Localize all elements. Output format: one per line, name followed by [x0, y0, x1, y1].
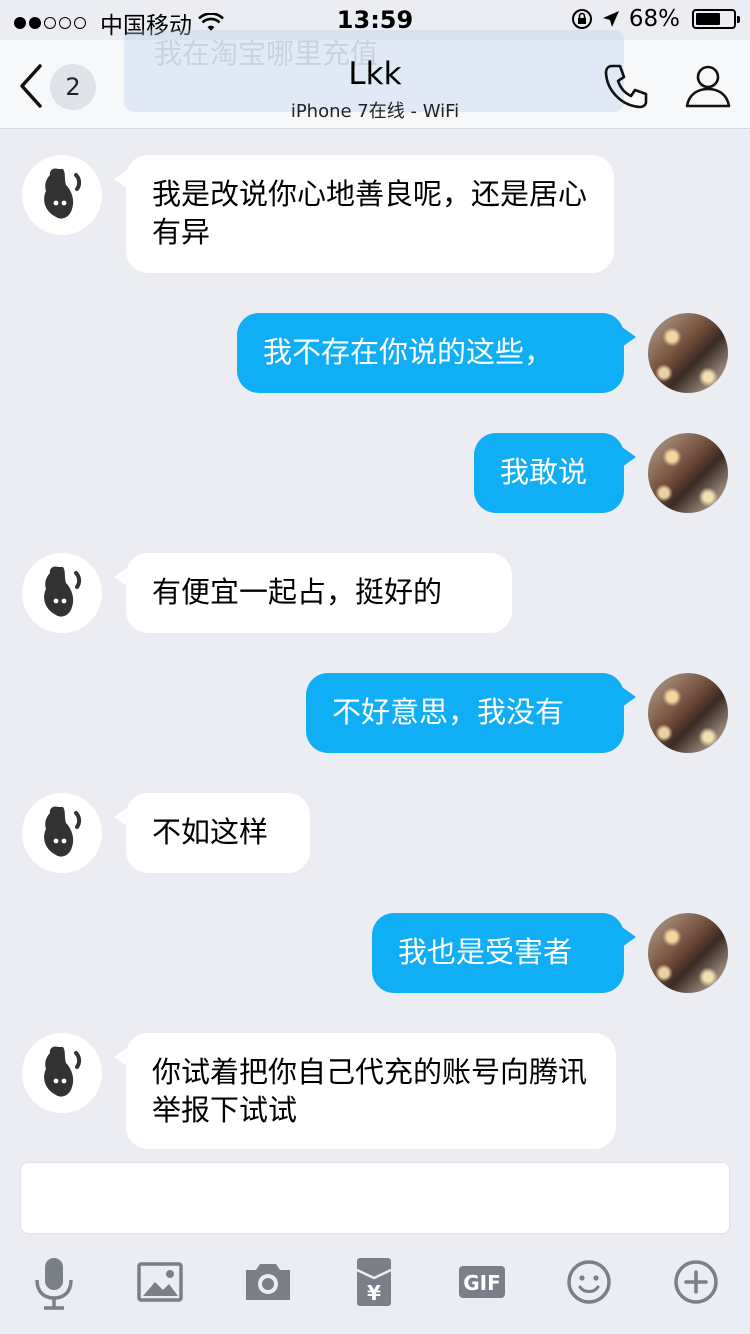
user-avatar[interactable] — [648, 913, 728, 993]
user-avatar[interactable] — [648, 673, 728, 753]
contact-avatar[interactable] — [22, 553, 102, 633]
orientation-lock-icon — [571, 9, 592, 29]
camera-button[interactable] — [236, 1250, 300, 1314]
emoji-button[interactable] — [557, 1250, 621, 1314]
message-input[interactable] — [20, 1162, 730, 1234]
location-arrow-icon — [602, 11, 619, 27]
contact-avatar[interactable] — [22, 155, 102, 235]
contact-profile-button[interactable] — [682, 60, 734, 112]
plus-icon — [674, 1260, 718, 1304]
contact-avatar[interactable] — [22, 1033, 102, 1113]
message-bubble[interactable]: 我不存在你说的这些， — [237, 313, 636, 393]
message-bubble[interactable]: 我是改说你心地善良呢，还是居心有异 — [114, 155, 614, 273]
svg-text:¥: ¥ — [367, 1281, 381, 1305]
cat-avatar-icon — [44, 1046, 82, 1097]
cat-avatar-icon — [44, 168, 82, 219]
input-toolbar: ¥ GIF — [0, 1250, 750, 1320]
message-bubble[interactable]: 你试着把你自己代充的账号向腾讯举报下试试 — [114, 1033, 616, 1149]
voice-call-button[interactable] — [600, 60, 652, 112]
message-bubble[interactable]: 我也是受害者 — [372, 913, 636, 993]
cat-avatar-icon — [44, 566, 82, 617]
emoji-icon — [567, 1260, 611, 1304]
battery-percent: 68% — [628, 6, 680, 32]
message-bubble[interactable]: 我敢说 — [474, 433, 636, 513]
more-button[interactable] — [664, 1250, 728, 1314]
person-icon — [685, 65, 731, 108]
microphone-icon — [35, 1258, 73, 1310]
voice-button[interactable] — [22, 1250, 86, 1314]
user-avatar[interactable] — [648, 433, 728, 513]
phone-icon — [604, 64, 648, 109]
red-packet-icon: ¥ — [356, 1258, 392, 1306]
red-packet-button[interactable]: ¥ — [342, 1250, 406, 1314]
message-bubble[interactable]: 不如这样 — [114, 793, 310, 873]
image-icon — [137, 1262, 183, 1302]
contact-avatar[interactable] — [22, 793, 102, 873]
camera-icon — [246, 1264, 290, 1300]
photo-button[interactable] — [128, 1250, 192, 1314]
gif-icon: GIF — [459, 1266, 505, 1298]
user-avatar[interactable] — [648, 313, 728, 393]
battery-icon — [692, 9, 740, 29]
svg-text:GIF: GIF — [463, 1271, 501, 1295]
message-bubble[interactable]: 有便宜一起占，挺好的 — [114, 553, 512, 633]
cat-avatar-icon — [44, 806, 82, 857]
gif-button[interactable]: GIF — [450, 1250, 514, 1314]
message-bubble[interactable]: 不好意思，我没有 — [306, 673, 636, 753]
